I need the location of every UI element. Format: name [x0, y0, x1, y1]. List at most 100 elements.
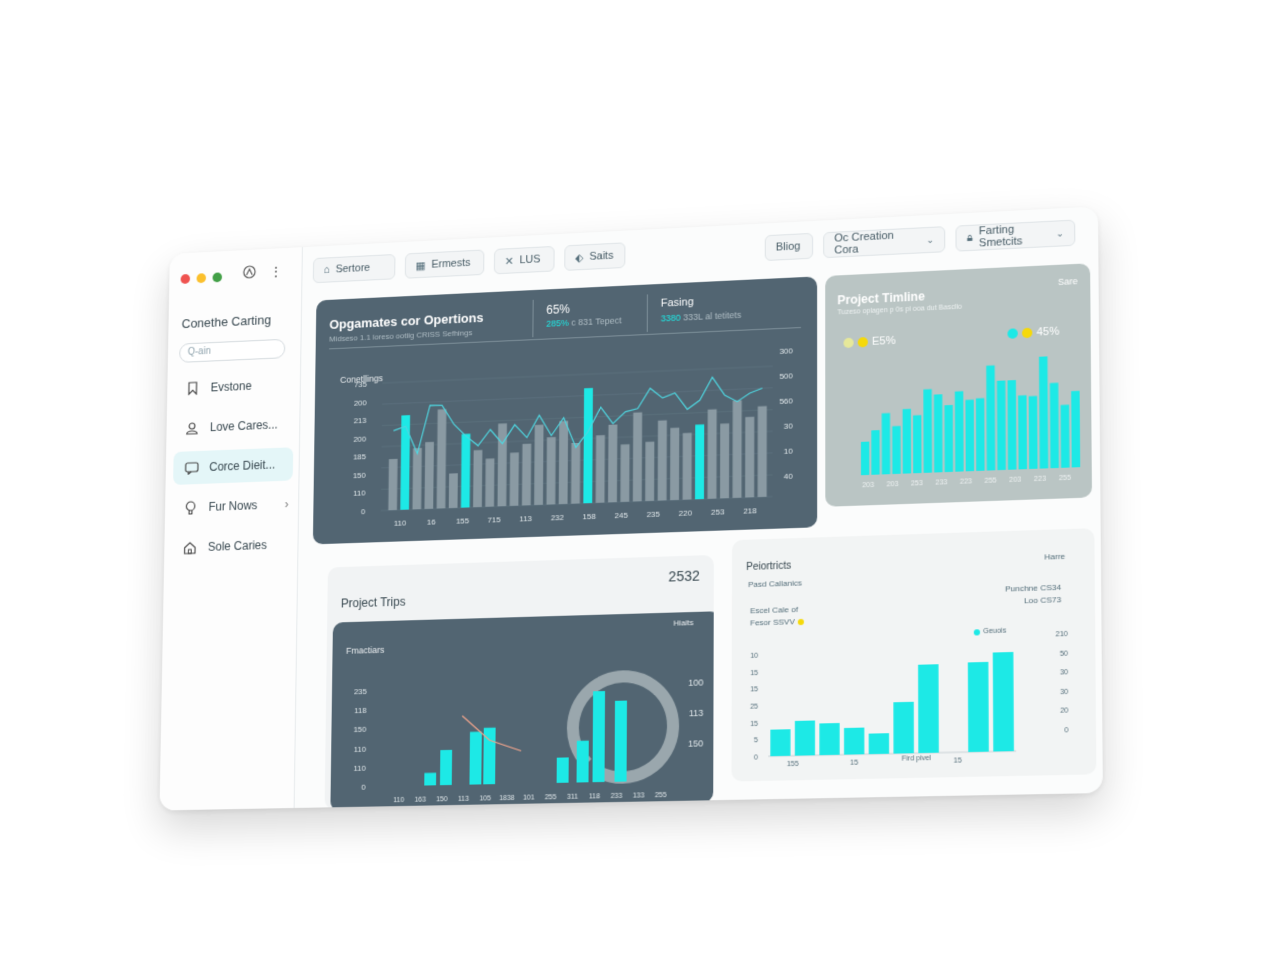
operations-bar [757, 406, 767, 498]
x-tick: 15 [850, 759, 858, 767]
y-tick-left: 15 [750, 720, 758, 727]
x-tick: 255 [985, 477, 997, 485]
operations-bar [521, 443, 532, 506]
operations-bar [509, 452, 519, 506]
performance-bar [992, 651, 1014, 752]
operations-bar [473, 449, 483, 508]
sidebar-header-icons: ⋮ [243, 264, 283, 282]
home-icon: ⌂ [323, 264, 330, 276]
y-tick-right: 40 [784, 472, 794, 482]
x-tick: 715 [488, 515, 502, 525]
y-tick-right: 20 [1060, 708, 1068, 716]
timeline-bar [860, 441, 870, 476]
y-tick-left: 0 [754, 754, 758, 761]
timeline-bar [1039, 356, 1049, 469]
sidebar-item-fur-nows[interactable]: Fur Nows › [172, 487, 292, 525]
y-tick-right: 30 [1060, 669, 1068, 677]
operations-bar [732, 400, 742, 499]
toolbar-button-label: Ermests [431, 256, 471, 271]
operations-bar [558, 420, 569, 505]
creation-dropdown[interactable]: Oc Creation Cora ⌄ [823, 226, 946, 259]
close-window-button[interactable] [180, 273, 191, 285]
y-tick-left: 150 [353, 471, 367, 481]
timeline-bar [892, 425, 901, 475]
operations-bar [436, 409, 447, 509]
timeline-bar [923, 389, 933, 473]
window-controls [180, 272, 223, 285]
dropdown-value: Oc Creation Cora [834, 229, 894, 257]
timeline-bar [871, 430, 880, 475]
toolbar-button-label: Saits [589, 249, 614, 263]
x-tick: 253 [911, 480, 923, 488]
sidebar-item-sole-caries[interactable]: Sole Caries [172, 527, 292, 564]
x-tick: 235 [647, 509, 661, 519]
x-tick: 203 [862, 482, 874, 490]
operations-bar [620, 444, 631, 503]
toolbar-button-saits[interactable]: ⬖ Saits [564, 242, 626, 271]
operations-bar [460, 433, 471, 508]
y-tick-left: 150 [353, 725, 367, 734]
chevron-down-icon: ⌄ [926, 234, 935, 245]
performance-bar [893, 701, 914, 754]
toolbar-button-sertore[interactable]: ⌂ Sertore [312, 253, 396, 284]
workspace-title: Conethe Carting [181, 312, 272, 332]
toolbar-button-label: LUS [519, 253, 541, 267]
x-tick: 1838 [499, 795, 515, 802]
toolbar-button-ermests[interactable]: ▦ Ermests [404, 249, 485, 279]
y-tick-left: 110 [354, 744, 367, 753]
toolbar-button-lus[interactable]: ✕ LUS [493, 245, 555, 275]
app-window: ⋮ Conethe Carting Q-ain Evstone Love Car… [159, 206, 1103, 811]
x-tick: 155 [787, 761, 799, 769]
y-tick-left: 200 [354, 398, 368, 408]
toolbar-button-label: Bliog [775, 240, 801, 254]
y-tick-right: 300 [779, 346, 793, 356]
performance-bar [770, 729, 791, 757]
x-tick: 15 [954, 757, 962, 765]
operations-bar [682, 432, 692, 500]
timeline-bar [902, 408, 912, 474]
x-tick: 223 [1034, 475, 1046, 483]
performance-bar [794, 720, 816, 756]
operations-bar [694, 424, 705, 500]
search-input[interactable]: Q-ain [179, 338, 286, 363]
sidebar-item-label: Sole Caries [207, 538, 268, 554]
x-tick: 233 [935, 479, 947, 487]
x-tick: 232 [551, 513, 564, 523]
farting-dropdown[interactable]: 🔒︎ Farting Smetcits ⌄ [955, 219, 1076, 252]
trips-bar [576, 740, 589, 783]
timeline-bar [913, 415, 922, 474]
x-tick: 163 [414, 796, 426, 803]
y-tick-left: 200 [353, 434, 367, 444]
x-tick: 105 [479, 795, 491, 802]
operations-bar [595, 435, 605, 503]
home-icon [181, 539, 198, 557]
toolbar-button-bliog[interactable]: Bliog [764, 232, 814, 262]
profile-icon[interactable] [243, 265, 257, 282]
x-tick: 110 [394, 518, 407, 528]
more-options-icon[interactable]: ⋮ [269, 264, 283, 281]
performance-chart: 0 5 15 25 15 15 10 0 20 30 30 50 210 155 15 15 [750, 631, 1069, 769]
operations-bar [745, 416, 755, 498]
timeline-bar [1028, 395, 1038, 470]
sidebar-item-love-cares[interactable]: Love Cares... [174, 407, 294, 445]
operations-bar [412, 447, 422, 510]
sidebar-item-corce-dieit[interactable]: Corce Dieit... [173, 447, 294, 485]
operations-bar [546, 437, 556, 505]
y-tick-left: 213 [354, 416, 368, 426]
sidebar-item-label: Corce Dieit... [209, 457, 276, 474]
x-tick: 133 [633, 792, 645, 799]
timeline-bar [1018, 395, 1028, 470]
x-tick: 155 [456, 516, 470, 526]
x-tick: 220 [679, 508, 693, 518]
grid-icon: ▦ [415, 259, 426, 272]
sidebar-item-evstone[interactable]: Evstone [175, 367, 295, 405]
minimize-window-button[interactable] [196, 273, 207, 284]
timeline-bar [881, 413, 891, 475]
trips-bar [614, 700, 627, 782]
lock-icon: 🔒︎ [966, 231, 973, 244]
y-tick-left: 10 [750, 653, 758, 660]
user-icon [183, 419, 200, 437]
maximize-window-button[interactable] [212, 272, 223, 283]
project-trips-value: 2532 [668, 567, 700, 585]
trips-bar [556, 757, 569, 783]
